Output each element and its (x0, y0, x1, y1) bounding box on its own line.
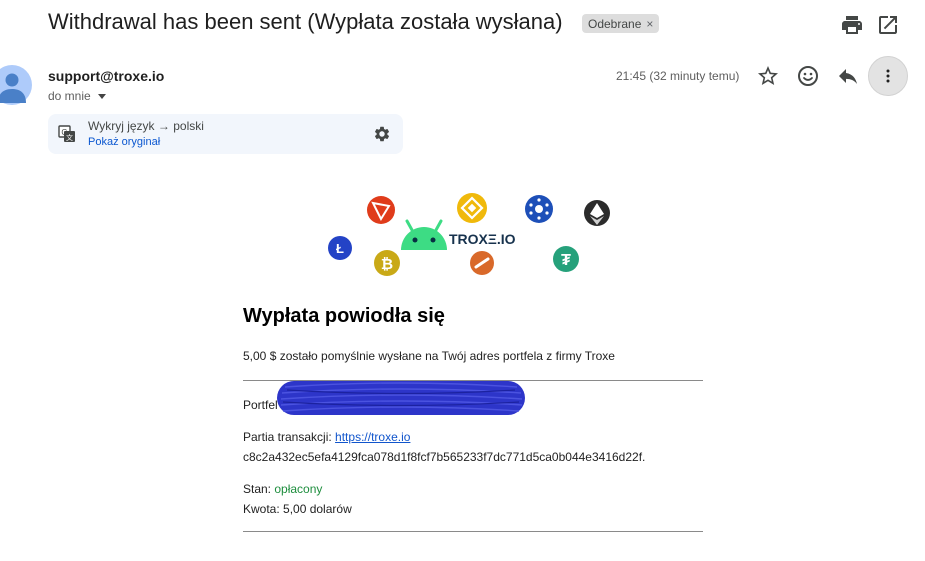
tx-hash: c8c2a432ec5efa4129fca078d1f8fcf7b565233f… (243, 450, 646, 464)
remove-label-icon[interactable]: × (646, 17, 653, 31)
redaction-scribble (277, 381, 525, 415)
sender-address: support@troxe.io (48, 68, 165, 84)
ethereum-coin-icon (584, 200, 610, 226)
bnb-coin-icon (457, 193, 487, 223)
orange-coin-icon (470, 251, 494, 275)
batch-link[interactable]: https://troxe.io (335, 430, 410, 444)
print-icon[interactable] (840, 13, 864, 37)
troxe-logo-text: TROXΞ.IO (449, 231, 516, 247)
reply-icon[interactable] (836, 64, 860, 88)
translate-bar: G 文 Wykryj język → polski Pokaż oryginał (48, 114, 403, 154)
android-logo-icon (401, 219, 447, 250)
star-icon[interactable] (756, 64, 780, 88)
svg-text:₮: ₮ (561, 252, 571, 269)
show-original-link[interactable]: Pokaż oryginał (88, 136, 160, 148)
status-value: opłacony (274, 482, 323, 496)
more-options-button[interactable] (868, 56, 908, 96)
chevron-down-icon (97, 93, 106, 99)
batch-label: Partia transakcji: (243, 430, 336, 444)
litecoin-coin-icon: Ł (328, 236, 352, 260)
svg-text:Ł: Ł (336, 241, 344, 256)
open-in-new-window-icon[interactable] (876, 13, 900, 37)
cardano-coin-icon (525, 195, 553, 223)
timestamp: 21:45 (32 minuty temu) (616, 69, 740, 83)
gear-icon[interactable] (373, 125, 391, 143)
troxe-logo: TROXΞ.IO (449, 231, 516, 247)
label-chip-text: Odebrane (588, 16, 642, 31)
svg-text:文: 文 (66, 133, 73, 142)
recipient-label: do mnie (48, 89, 91, 103)
more-vert-icon (886, 69, 890, 83)
intro-text: 5,00 $ zostało pomyślnie wysłane na Twój… (243, 349, 615, 363)
status-label: Stan: (243, 482, 275, 496)
batch-line: Partia transakcji: https://troxe.io (243, 430, 410, 444)
status-line: Stan: opłacony (243, 482, 322, 496)
email-subject: Withdrawal has been sent (Wypłata został… (48, 9, 563, 34)
emoji-icon[interactable] (796, 64, 820, 88)
divider-bottom (243, 531, 703, 532)
tron-coin-icon (367, 196, 395, 224)
svg-text:₿: ₿ (381, 256, 393, 273)
translate-icon: G 文 (58, 125, 75, 142)
bitcoin-coin-icon: ₿ (374, 250, 400, 276)
amount-text: Kwota: 5,00 dolarów (243, 502, 352, 516)
detect-language-text: Wykryj język → polski (88, 119, 204, 133)
label-chip-inbox[interactable]: Odebrane × (582, 14, 660, 33)
wallet-label: Portfel (243, 398, 278, 412)
tether-coin-icon: ₮ (553, 246, 579, 272)
body-heading: Wypłata powiodła się (243, 305, 445, 327)
troxe-banner: Ł ₿ TROXΞ.IO ₮ (328, 193, 610, 276)
recipient-details-toggle[interactable]: do mnie (48, 89, 106, 103)
avatar (0, 65, 32, 105)
